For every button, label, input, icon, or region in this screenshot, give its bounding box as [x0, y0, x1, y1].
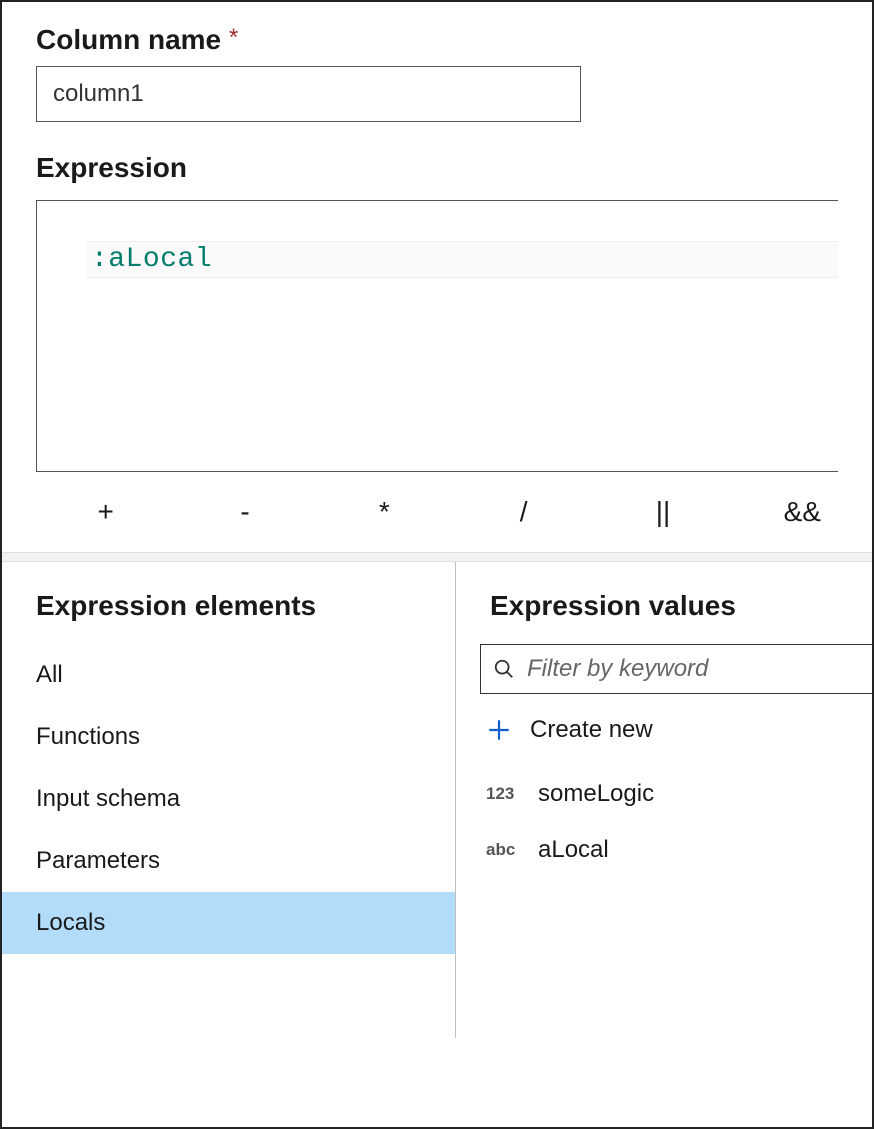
value-item-alocal[interactable]: abc aLocal [456, 822, 872, 878]
values-search-input[interactable] [515, 654, 872, 684]
create-new-label: Create new [530, 716, 653, 744]
operator-minus[interactable]: - [175, 490, 314, 534]
expression-code: :aLocal [91, 244, 212, 275]
plus-icon [486, 717, 512, 743]
search-icon [493, 658, 515, 680]
column-name-label-text: Column name [36, 24, 221, 55]
elements-item-functions[interactable]: Functions [2, 706, 455, 768]
expression-editor[interactable]: :aLocal [36, 200, 838, 472]
elements-list: All Functions Input schema Parameters Lo… [2, 644, 455, 954]
operator-plus[interactable]: + [36, 490, 175, 534]
expression-values-panel: Expression values Create new [456, 562, 872, 1038]
value-name: someLogic [538, 780, 654, 808]
operator-toolbar: + - * / || && [36, 472, 872, 552]
type-badge-string: abc [486, 840, 524, 860]
elements-item-all[interactable]: All [2, 644, 455, 706]
create-new-button[interactable]: Create new [456, 694, 872, 766]
operator-and[interactable]: && [733, 490, 872, 534]
type-badge-numeric: 123 [486, 784, 524, 804]
bottom-row: Expression elements All Functions Input … [2, 562, 872, 1038]
column-name-label: Column name * [36, 24, 838, 56]
section-divider [2, 552, 872, 562]
values-search-box[interactable] [480, 644, 872, 694]
expression-elements-title: Expression elements [2, 562, 455, 644]
column-name-input[interactable] [36, 66, 581, 122]
elements-item-input-schema[interactable]: Input schema [2, 768, 455, 830]
elements-item-locals[interactable]: Locals [2, 892, 455, 954]
elements-item-parameters[interactable]: Parameters [2, 830, 455, 892]
value-item-somelogic[interactable]: 123 someLogic [456, 766, 872, 822]
expression-label: Expression [36, 152, 838, 184]
expression-builder-panel: Column name * Expression :aLocal + - * /… [0, 0, 874, 1129]
top-section: Column name * Expression :aLocal [2, 2, 872, 472]
editor-line: :aLocal [87, 241, 838, 278]
operator-multiply[interactable]: * [315, 490, 454, 534]
expression-values-title: Expression values [456, 562, 872, 644]
value-name: aLocal [538, 836, 609, 864]
operator-or[interactable]: || [593, 490, 732, 534]
operator-divide[interactable]: / [454, 490, 593, 534]
required-asterisk: * [229, 24, 238, 51]
expression-elements-panel: Expression elements All Functions Input … [2, 562, 456, 1038]
